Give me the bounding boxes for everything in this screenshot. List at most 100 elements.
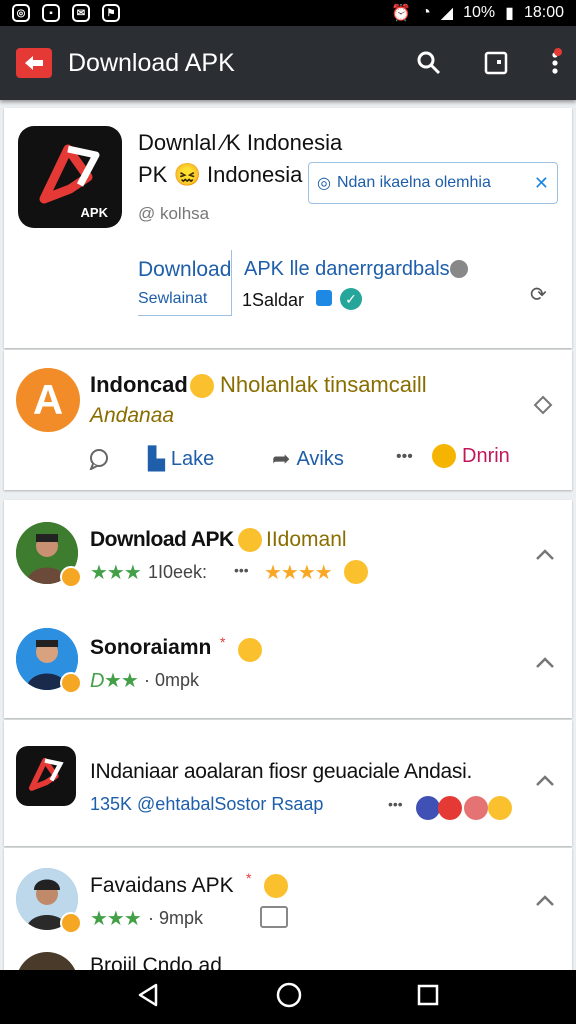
chevron-up-icon[interactable] [534, 544, 558, 568]
notification-icon: ◎ [12, 4, 30, 22]
notification-icon: ✉ [72, 4, 90, 22]
app-row-meta: 135K @ehtabalSostor Rsaap [90, 794, 324, 814]
app-title: Downlal ⁄K Indonesia [138, 130, 343, 155]
post-title: Indoncad [90, 372, 188, 397]
recents-icon[interactable] [416, 983, 440, 1012]
download-button[interactable]: Download Sewlainat [138, 250, 232, 316]
red-dot-icon: * [246, 870, 252, 886]
notification-icon: ▪ [42, 4, 60, 22]
emoji-icon [464, 796, 488, 820]
app-title: Download APK [68, 48, 235, 77]
alarm-icon: ⏰ [391, 5, 412, 22]
post-subtitle: Andanaa [90, 404, 175, 427]
battery-level: 10% [463, 4, 496, 21]
battery-icon: ▮ [505, 5, 514, 22]
emoji-icon [488, 796, 512, 820]
download-button-label: Download [138, 258, 232, 281]
image-icon [260, 906, 288, 928]
post-card: A Indoncad Nholanlak tinsamcaill Andanaa… [4, 350, 572, 490]
react-label: Dnrin [462, 444, 510, 467]
back-icon[interactable] [136, 982, 162, 1013]
star-rating: ★★★ [90, 562, 142, 584]
app-row-title: INdaniaar aoalaran fiosr geuaciale Andas… [90, 760, 472, 783]
share-icon[interactable]: ⟳ [530, 282, 547, 307]
emoji-icon [416, 796, 440, 820]
more-dots[interactable]: ••• [396, 448, 413, 466]
developer-name: @ kolhsa [138, 204, 210, 223]
review-meta: · 0mpk [144, 670, 200, 690]
app-logo-icon[interactable]: APK [18, 126, 122, 228]
reviews-card: Download APK IIdomanl ★★★ 1I0eek: ••• ★★… [4, 500, 572, 718]
review-prefix: D [90, 670, 105, 692]
home-icon[interactable] [275, 981, 303, 1014]
chevron-up-icon[interactable] [534, 890, 558, 914]
overflow-menu-icon[interactable] [550, 48, 562, 76]
post-logo-icon[interactable]: A [16, 368, 80, 432]
search-icon[interactable] [416, 50, 442, 76]
notification-dot [554, 48, 562, 56]
more-dots: ••• [234, 562, 249, 578]
emoji-icon [238, 528, 262, 552]
region-badge[interactable]: ◎ Ndan ikaelna olemhia ✕ [308, 162, 558, 204]
emoji-icon [264, 874, 288, 898]
star-rating: ★★★ [90, 908, 142, 930]
reviewer-name: Sonoraiamn [90, 636, 212, 659]
app-info-line: APK lle danerrgardbals [244, 258, 450, 280]
share-label: Aviks [296, 447, 344, 470]
window-icon[interactable] [484, 51, 508, 75]
more-dots[interactable]: ••• [388, 796, 403, 812]
app-bar: Download APK [0, 26, 576, 100]
verified-icon: ✓ [340, 288, 362, 310]
post-title-rest: Nholanlak tinsamcaill [220, 372, 427, 397]
post-logo-letter: A [32, 376, 64, 423]
red-dot-icon: * [220, 634, 226, 650]
emoji-icon [344, 560, 368, 584]
globe-icon: ◎ [317, 175, 331, 192]
avatar-badge [60, 566, 82, 588]
review-meta: · 9mpk [148, 908, 204, 928]
app-logo-icon[interactable] [16, 746, 76, 806]
back-logo-icon[interactable] [16, 48, 52, 78]
feed[interactable]: APK Downlal ⁄K Indonesia PK 😖 Indonesia … [0, 100, 576, 970]
comment-icon[interactable] [88, 448, 110, 475]
avatar-badge [60, 672, 82, 694]
download-button-sub: Sewlainat [138, 290, 208, 307]
app-size: 1Saldar [242, 290, 305, 310]
app-card: APK Downlal ⁄K Indonesia PK 😖 Indonesia … [4, 108, 572, 348]
reviewer-name: Download APK [90, 528, 234, 551]
chevron-up-icon[interactable] [534, 652, 558, 676]
navigation-bar [0, 970, 576, 1024]
wifi-icon: ◔ [421, 4, 431, 21]
gold-star-rating: ★★★★ [264, 562, 333, 584]
signal-icon: ◢ [440, 5, 454, 22]
emoji-icon [190, 374, 214, 398]
emoji-icon [438, 796, 462, 820]
thumbs-up-icon: ▙ [148, 446, 165, 471]
notification-icon: ⚑ [102, 4, 120, 22]
info-icon [450, 260, 468, 278]
emoji-icon [238, 638, 262, 662]
reviewer-name: Favaidans APK [90, 874, 234, 897]
app-row-card: INdaniaar aoalaran fiosr geuaciale Andas… [4, 720, 572, 846]
region-badge-text: Ndan ikaelna olemhia [336, 174, 491, 191]
review-meta: 1I0eek: [148, 562, 208, 582]
app-logo-text: APK [80, 205, 108, 220]
star-rating: ★★ [104, 670, 139, 692]
emoji-icon [432, 444, 456, 468]
diamond-icon[interactable] [532, 394, 556, 418]
avatar-badge [60, 912, 82, 934]
like-label: Lake [170, 447, 215, 470]
app-subtitle: PK 😖 Indonesia [138, 162, 303, 187]
react-button[interactable]: Dnrin [432, 444, 510, 468]
shield-icon [316, 290, 332, 306]
like-button[interactable]: ▙ Lake [148, 446, 214, 472]
avatar[interactable] [16, 952, 78, 970]
reviewer-name: Brojil Cndo ad [90, 954, 222, 970]
close-icon[interactable]: ✕ [534, 173, 549, 194]
clock: 18:00 [523, 4, 564, 21]
chevron-up-icon[interactable] [534, 770, 558, 794]
share-arrow-icon: ➦ [272, 446, 291, 471]
status-bar: ◎ ▪ ✉ ⚑ ⏰ ◔ ◢ 10% ▮ 18:00 [0, 0, 576, 26]
reviewer-name-rest: IIdomanl [266, 528, 347, 551]
share-button[interactable]: ➦ Aviks [272, 446, 344, 472]
